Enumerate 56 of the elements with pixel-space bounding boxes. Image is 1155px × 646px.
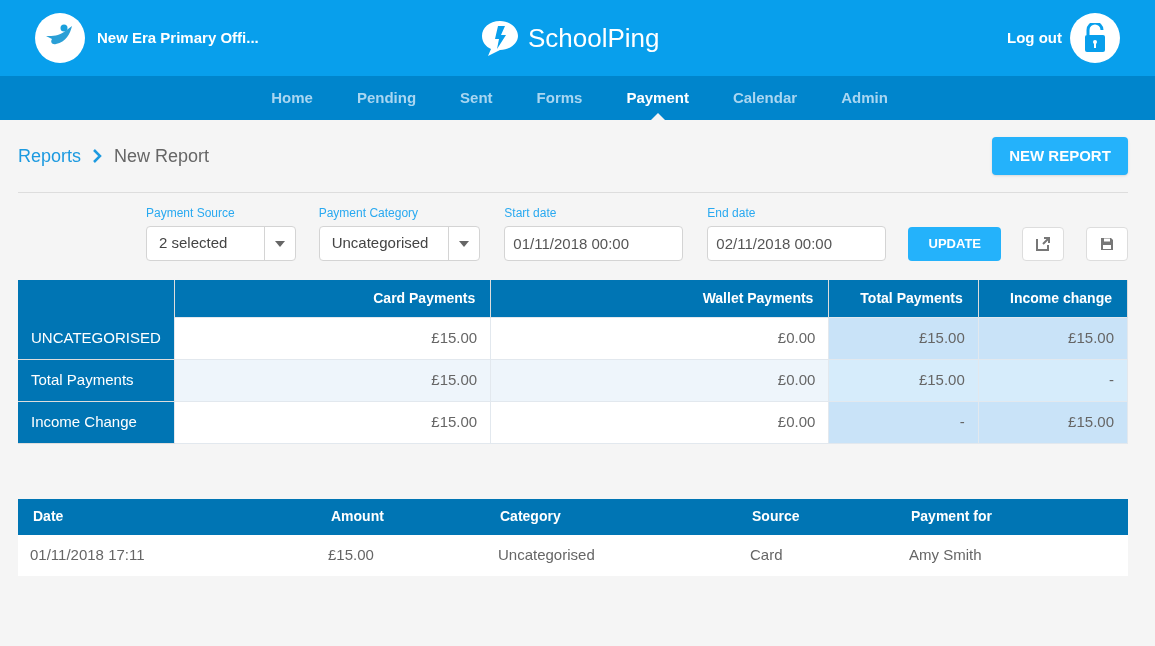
table-cell: £15.00 — [174, 317, 491, 359]
field-label: Payment Category — [318, 205, 420, 222]
column-header: Payment for — [910, 507, 993, 526]
nav-tab[interactable]: Admin — [841, 76, 888, 120]
dropdown[interactable]: Uncategorised — [318, 226, 481, 261]
brand-name: SchoolPing — [528, 21, 660, 55]
table-cell-text: Card — [749, 544, 784, 565]
breadcrumb-link[interactable]: Reports — [18, 142, 82, 170]
column-header: Category — [499, 507, 562, 526]
export-button[interactable] — [1022, 227, 1065, 261]
table-cell-text: Uncategorised — [497, 544, 596, 565]
field-label: Payment Source — [146, 205, 236, 222]
table-cell-text: 01/11/2018 17:11 — [29, 544, 146, 565]
table-cell: £0.00 — [490, 401, 829, 443]
date-field[interactable]: 02/11/2018 00:00 — [707, 226, 887, 261]
nav-tab[interactable]: Home — [271, 76, 313, 120]
nav-tab[interactable]: Sent — [460, 76, 493, 120]
table-cell: £15.00 — [978, 317, 1128, 359]
table-cell: £15.00 — [174, 401, 491, 443]
table-cell: £15.00 — [174, 359, 491, 401]
date-field[interactable]: 01/11/2018 00:00 — [504, 226, 684, 261]
table-cell: £15.00 — [828, 317, 979, 359]
table-cell: - — [978, 359, 1128, 401]
table-cell: £0.00 — [490, 317, 829, 359]
table-cell-text: Amy Smith — [908, 544, 983, 565]
column-header: Amount — [330, 507, 385, 526]
nav-tab[interactable]: Pending — [356, 76, 417, 120]
caret-icon — [274, 240, 285, 247]
logout-button[interactable]: Log out — [1007, 26, 1062, 50]
save-button[interactable] — [1086, 227, 1128, 261]
external-link-icon — [1036, 237, 1051, 251]
table-cell: - — [828, 401, 979, 443]
table-cell: £0.00 — [490, 359, 829, 401]
column-header: Date — [32, 507, 65, 526]
row-header: Total Payments — [18, 359, 175, 401]
breadcrumb-current: New Report — [114, 144, 210, 168]
school-logo — [35, 13, 85, 63]
lock-icon[interactable] — [1070, 13, 1120, 63]
column-header: Source — [751, 507, 801, 526]
table-cell: £15.00 — [828, 359, 979, 401]
nav-tab[interactable]: Payment — [626, 76, 689, 120]
field-label: End date — [707, 205, 757, 222]
lightning-bubble-icon — [480, 19, 520, 57]
chevron-right-icon — [93, 149, 103, 163]
table-cell: £15.00 — [978, 401, 1128, 443]
school-name: New Era Primary Offi... — [97, 27, 259, 48]
field-label: Start date — [504, 205, 558, 222]
caret-icon — [459, 240, 470, 247]
new-report-button[interactable]: NEW REPORT — [992, 137, 1128, 175]
row-header: Income Change — [18, 401, 175, 443]
nav-tab[interactable]: Calendar — [732, 76, 798, 120]
nav-tab[interactable]: Forms — [536, 76, 583, 120]
update-button[interactable]: UPDATE — [908, 227, 1002, 261]
dropdown[interactable]: 2 selected — [146, 226, 296, 261]
row-header: UNCATEGORISED — [18, 317, 175, 359]
table-cell-text: £15.00 — [327, 544, 375, 565]
